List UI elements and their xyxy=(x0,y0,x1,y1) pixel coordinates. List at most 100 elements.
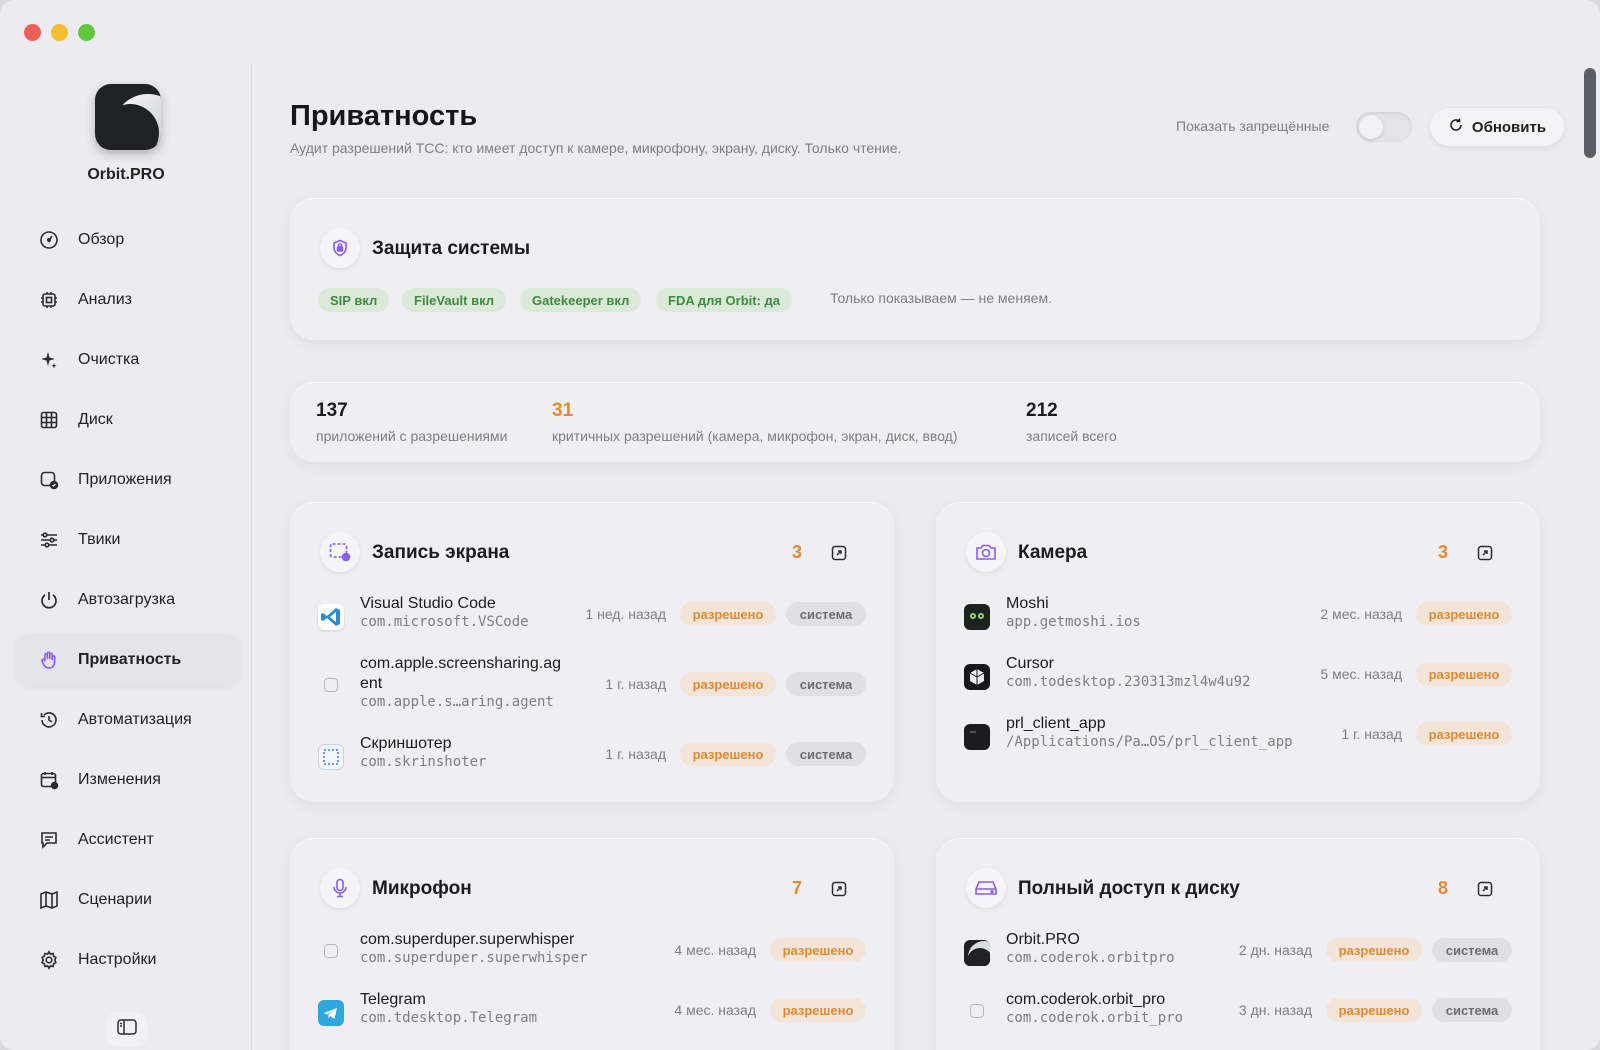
main-content: Приватность Аудит разрешений TCC: кто им… xyxy=(252,64,1582,1050)
system-badge: система xyxy=(786,672,866,696)
stat-critical-value: 31 xyxy=(552,400,574,421)
status-badge: разрешено xyxy=(1326,998,1422,1022)
sidebar-item-label: Твики xyxy=(78,531,121,548)
close-window-button[interactable] xyxy=(24,24,41,41)
table-row[interactable]: Moshi app.getmoshi.ios 2 мес. назад разр… xyxy=(964,594,1512,644)
status-badge: разрешено xyxy=(1326,938,1422,962)
terminal-app-icon xyxy=(964,724,990,750)
sidebar-item-changes[interactable]: Изменения xyxy=(16,754,240,806)
bundle-id: com.todesktop.230313mzl4w4u92 xyxy=(1006,674,1251,690)
sidebar: Orbit.PRO Обзор Анализ Очистка Диск Прил… xyxy=(0,64,252,1050)
chip-gatekeeper: Gatekeeper вкл xyxy=(520,288,642,312)
table-row[interactable]: Orbit.PRO com.coderok.orbitpro 2 дн. наз… xyxy=(964,930,1512,980)
sidebar-item-label: Сценарии xyxy=(78,891,152,908)
app-name: Cursor xyxy=(1006,655,1055,672)
gauge-icon xyxy=(38,229,60,251)
sidebar-toggle-button[interactable] xyxy=(106,1012,148,1046)
sidebar-item-cleanup[interactable]: Очистка xyxy=(16,334,240,386)
sliders-icon xyxy=(38,529,60,551)
status-badge: разрешено xyxy=(1416,722,1512,746)
gear-icon xyxy=(38,949,60,971)
microphone-title: Микрофон xyxy=(372,878,472,899)
screen-recording-count: 3 xyxy=(792,542,803,562)
bundle-id: com.superduper.superwhisper xyxy=(360,950,588,966)
sidebar-item-label: Настройки xyxy=(78,951,157,968)
table-row[interactable]: Telegram com.tdesktop.Telegram 4 мес. на… xyxy=(318,990,866,1040)
cursor-app-icon xyxy=(964,664,990,690)
last-used: 1 нед. назад xyxy=(585,606,666,622)
sidebar-item-apps[interactable]: Приложения xyxy=(16,454,240,506)
camera-count: 3 xyxy=(1438,542,1449,562)
screenshot-app-icon xyxy=(318,744,344,770)
app-name: com.superduper.superwhisper xyxy=(360,931,575,948)
telegram-app-icon xyxy=(318,1000,344,1026)
zoom-window-button[interactable] xyxy=(78,24,95,41)
camera-icon xyxy=(966,532,1006,572)
last-used: 5 мес. назад xyxy=(1320,666,1402,682)
sidebar-item-autostart[interactable]: Автозагрузка xyxy=(16,574,240,626)
last-used: 3 дн. назад xyxy=(1238,1002,1312,1018)
app-name: Orbit.PRO xyxy=(87,166,165,183)
window-controls xyxy=(24,24,95,41)
stat-total-label: записей всего xyxy=(1026,428,1117,444)
microphone-card: Микрофон 7 com.superduper.superwhisper c… xyxy=(290,838,894,1050)
map-icon xyxy=(38,889,60,911)
open-external-icon[interactable] xyxy=(1476,544,1494,562)
stat-critical-label: критичных разрешений (камера, микрофон, … xyxy=(552,428,958,444)
refresh-icon xyxy=(1448,117,1464,137)
status-badge: разрешено xyxy=(770,938,866,962)
sidebar-item-privacy[interactable]: Приватность xyxy=(16,634,240,686)
sidebar-item-overview[interactable]: Обзор xyxy=(16,214,240,266)
sidebar-item-assistant[interactable]: Ассистент xyxy=(16,814,240,866)
status-badge: разрешено xyxy=(680,672,776,696)
table-row[interactable]: com.coderok.orbit_pro com.coderok.orbit_… xyxy=(964,990,1512,1040)
open-external-icon[interactable] xyxy=(830,544,848,562)
sidebar-item-disk[interactable]: Диск xyxy=(16,394,240,446)
last-used: 4 мес. назад xyxy=(674,1002,756,1018)
sidebar-item-automation[interactable]: Автоматизация xyxy=(16,694,240,746)
table-row[interactable]: com.superduper.superwhisper com.superdup… xyxy=(318,930,866,980)
table-row[interactable]: Cursor com.todesktop.230313mzl4w4u92 5 м… xyxy=(964,654,1512,704)
drive-icon xyxy=(966,868,1006,908)
sidebar-item-label: Анализ xyxy=(78,291,133,308)
show-denied-label: Показать запрещённые xyxy=(1176,118,1330,134)
calendar-icon xyxy=(38,769,60,791)
microphone-icon xyxy=(320,868,360,908)
bundle-id: /Applications/Pa…OS/prl_client_app xyxy=(1006,734,1293,750)
last-used: 1 г. назад xyxy=(605,746,666,762)
scrollbar[interactable] xyxy=(1584,68,1596,158)
show-denied-toggle[interactable] xyxy=(1356,112,1412,142)
bundle-id: com.skrinshoter xyxy=(360,754,487,770)
sidebar-item-tweaks[interactable]: Твики xyxy=(16,514,240,566)
bundle-id: com.apple.s…aring.agent xyxy=(360,694,554,710)
system-badge: система xyxy=(1432,998,1512,1022)
sidebar-item-analysis[interactable]: Анализ xyxy=(16,274,240,326)
stat-apps-value: 137 xyxy=(316,400,348,421)
hand-icon xyxy=(38,649,60,671)
vscode-icon xyxy=(318,604,344,630)
history-icon xyxy=(38,709,60,731)
full-disk-count: 8 xyxy=(1438,878,1449,898)
refresh-button[interactable]: Обновить xyxy=(1430,108,1564,146)
table-row[interactable]: Скриншотер com.skrinshoter 1 г. назад ра… xyxy=(318,734,866,784)
full-disk-title: Полный доступ к диску xyxy=(1018,878,1240,899)
open-external-icon[interactable] xyxy=(830,880,848,898)
sidebar-item-settings[interactable]: Настройки xyxy=(16,934,240,986)
protection-note: Только показываем — не меняем. xyxy=(830,290,1052,306)
sidebar-item-label: Изменения xyxy=(78,771,161,788)
sidebar-item-scenarios[interactable]: Сценарии xyxy=(16,874,240,926)
open-external-icon[interactable] xyxy=(1476,880,1494,898)
app-name: com.apple.screensharing.ag xyxy=(360,655,562,672)
app-logo xyxy=(95,84,161,150)
last-used: 1 г. назад xyxy=(1341,726,1402,742)
status-badge: разрешено xyxy=(680,742,776,766)
chat-icon xyxy=(38,829,60,851)
table-row[interactable]: Visual Studio Code com.microsoft.VSCode … xyxy=(318,594,866,644)
protection-title: Защита системы xyxy=(372,238,531,259)
table-row[interactable]: com.apple.screensharing.ag ent com.apple… xyxy=(318,654,866,714)
app-name: Orbit.PRO xyxy=(1006,931,1080,948)
chip-fda: FDA для Orbit: да xyxy=(656,288,793,312)
table-row[interactable]: prl_client_app /Applications/Pa…OS/prl_c… xyxy=(964,714,1512,764)
chip-sip: SIP вкл xyxy=(318,288,390,312)
minimize-window-button[interactable] xyxy=(51,24,68,41)
